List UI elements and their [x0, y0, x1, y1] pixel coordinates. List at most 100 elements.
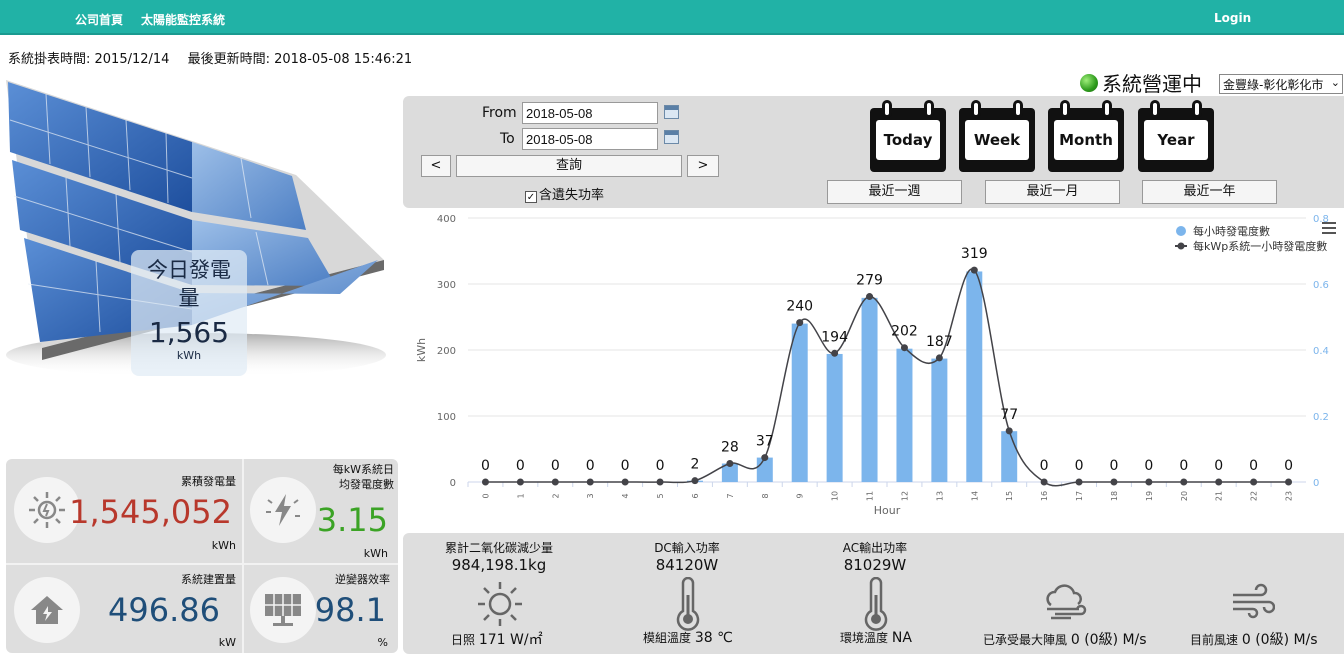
x-tick-label: 11 [866, 491, 875, 501]
data-label: 0 [656, 458, 665, 474]
bar [826, 353, 843, 482]
ac-output-stat: AC輸出功率 81029W [815, 539, 935, 574]
bar [1001, 431, 1018, 482]
data-label: 0 [1214, 458, 1223, 474]
hourly-generation-chart: 0 100 200 300 400 0 0.2 0.4 0.6 0.8 kWh Hour 0 1 2 3 4 5 6… [403, 208, 1344, 530]
include-lost-power-label: 含遺失功率 [539, 188, 605, 203]
irradiance-label: 日照 [451, 633, 476, 647]
x-axis-title: Hour [874, 504, 901, 517]
site-select[interactable]: 金豐綠-彰化彰化市 ⌄ [1219, 74, 1343, 94]
max-gust-readout: 已承受最大陣風 0 (0級) M/s [983, 629, 1147, 649]
capacity-value: 496.86 [108, 591, 220, 629]
thermometer-icon [864, 577, 888, 631]
prev-button[interactable]: < [421, 155, 451, 177]
ambient-temp-readout: 環境溫度 NA [840, 629, 912, 646]
status-text: 系統營運中 [1102, 72, 1202, 96]
co2-label: 累計二氧化碳減少量 [444, 541, 553, 555]
last-update: 最後更新時間: 2018-05-08 15:46:21 [187, 52, 413, 67]
line-point [866, 293, 874, 301]
last-month-button[interactable]: 最近一月 [985, 180, 1120, 204]
week-button[interactable]: Week [959, 98, 1035, 172]
wind-icon [1233, 583, 1275, 619]
x-tick-label: 12 [900, 491, 909, 501]
line-point [796, 319, 804, 327]
per-kw-value: 3.15 [316, 501, 388, 539]
total-generation-unit: kWh [211, 539, 236, 552]
x-tick-label: 8 [761, 493, 770, 498]
last-year-button[interactable]: 最近一年 [1142, 180, 1277, 204]
today-generation-card: 今日發電量 1,565 kWh [131, 250, 247, 376]
data-label: 0 [516, 458, 525, 474]
nav-monitor-link[interactable]: 太陽能監控系統 [141, 11, 225, 28]
x-tick-label: 21 [1215, 491, 1224, 501]
thermometer-icon [676, 577, 700, 631]
x-tick-label: 10 [831, 491, 840, 501]
chart-menu-icon[interactable] [1322, 222, 1336, 236]
module-temp-label: 模組溫度 [643, 631, 692, 645]
wind-speed-label: 目前風速 [1190, 633, 1239, 647]
data-label: 0 [1075, 458, 1084, 474]
from-date-input[interactable] [522, 102, 658, 124]
bar [861, 297, 878, 482]
data-label: 0 [1284, 458, 1293, 474]
wind-speed-readout: 目前風速 0 (0級) M/s [1190, 629, 1318, 649]
to-date-input[interactable] [522, 128, 658, 150]
line-point [726, 460, 734, 468]
calendar-icon[interactable] [664, 130, 679, 144]
per-kw-label-line2: 均發電度數 [339, 478, 394, 491]
today-button[interactable]: Today [870, 98, 946, 172]
line-point [1110, 478, 1118, 486]
today-generation-value: 1,565 [148, 316, 230, 349]
ambient-temp-value: NA [891, 630, 912, 646]
line-point [1145, 478, 1153, 486]
line-point [1250, 478, 1258, 486]
x-tick-label: 14 [970, 491, 979, 501]
total-generation-value: 1,545,052 [69, 493, 232, 531]
data-label: 194 [821, 329, 848, 345]
data-label: 77 [1000, 407, 1018, 423]
data-label: 0 [1179, 458, 1188, 474]
ambient-temp-label: 環境溫度 [840, 631, 889, 645]
x-tick-label: 6 [691, 493, 700, 498]
top-nav-bar: 公司首頁 太陽能監控系統 Login [0, 0, 1344, 35]
data-label: 0 [1109, 458, 1118, 474]
search-button[interactable]: 查詢 [456, 155, 682, 177]
x-tick-label: 20 [1180, 491, 1189, 501]
data-label: 240 [786, 299, 813, 315]
data-label: 2 [690, 457, 699, 473]
capacity-tile: 系統建置量 496.86 kW [6, 565, 242, 653]
capacity-unit: kW [218, 636, 236, 649]
x-tick-label: 3 [586, 493, 595, 498]
bar [791, 323, 808, 482]
irradiance-value: 171 W/㎡ [478, 632, 543, 648]
house-icon [14, 577, 80, 643]
calendar-icon[interactable] [664, 105, 679, 119]
y-tick-label: 400 [437, 214, 456, 225]
line-point [1180, 478, 1188, 486]
data-label: 202 [891, 324, 918, 340]
data-label: 187 [926, 334, 953, 350]
checkbox-checked-icon: ✓ [525, 191, 537, 203]
solar-panel-icon [250, 577, 316, 643]
include-lost-power-checkbox[interactable]: ✓ 含遺失功率 [525, 184, 604, 203]
next-button[interactable]: > [687, 155, 719, 177]
line-point [1215, 478, 1223, 486]
y-tick-label: 200 [437, 346, 456, 357]
total-generation-label: 累積發電量 [181, 475, 236, 488]
line-point [1075, 478, 1083, 486]
capacity-label: 系統建置量 [181, 573, 236, 586]
last-week-button[interactable]: 最近一週 [827, 180, 962, 204]
line-point [516, 478, 524, 486]
year-button[interactable]: Year [1138, 98, 1214, 172]
ac-output-value: 81029W [843, 556, 907, 574]
nav-home-link[interactable]: 公司首頁 [75, 11, 123, 28]
total-generation-tile: 累積發電量 1,545,052 kWh [6, 459, 242, 563]
line-point [481, 478, 489, 486]
bar [931, 358, 948, 482]
environment-panel: 累計二氧化碳減少量 984,198.1kg DC輸入功率 84120W AC輸出… [403, 533, 1344, 654]
inverter-tile: 逆變器效率 98.1 % [244, 565, 398, 653]
x-tick-label: 5 [656, 493, 665, 498]
login-link[interactable]: Login [1214, 11, 1251, 25]
line-point [586, 478, 594, 486]
month-button[interactable]: Month [1048, 98, 1124, 172]
